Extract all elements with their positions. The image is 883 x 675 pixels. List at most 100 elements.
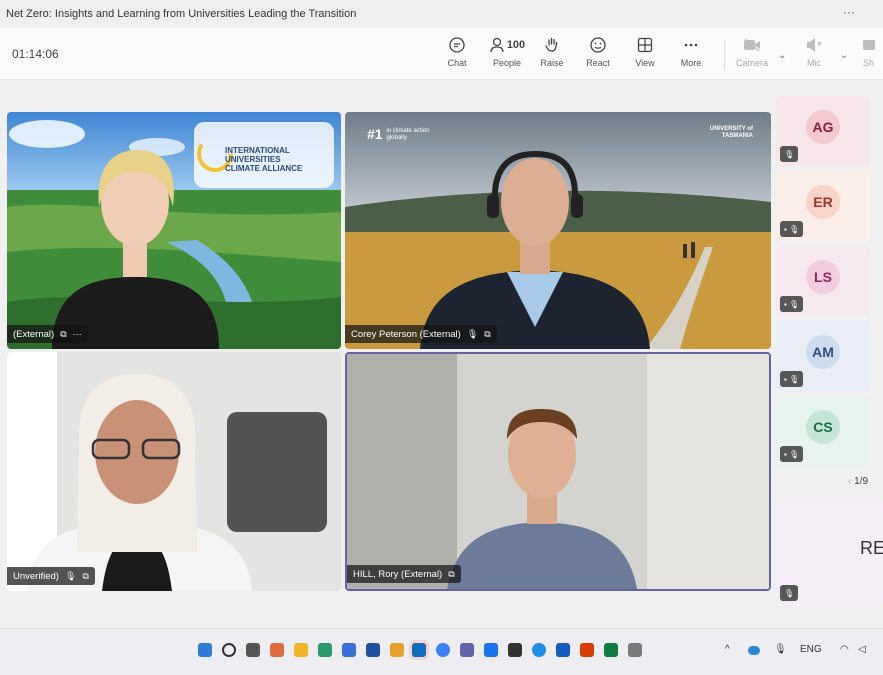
avatar: CS [806,410,840,444]
sidebar-pager[interactable]: ‹ 1/9 [848,476,868,487]
mic-muted-icon: 🎙︎ [64,570,77,581]
participant-tile-4[interactable]: HILL, Rory (External) ⧉ [345,352,771,591]
edge-icon[interactable] [318,643,332,657]
meeting-timer: 01:14:06 [12,47,59,61]
app-icon[interactable] [628,643,642,657]
widgets-icon[interactable] [270,643,284,657]
outlook-icon[interactable] [412,643,426,657]
camera-mic-off-icons: ▪ 🎙︎ [780,446,804,462]
share-button[interactable]: Sh [854,34,883,74]
mic-tray-icon[interactable]: 🎙︎ [774,644,787,655]
app-icon[interactable] [436,643,450,657]
people-count: 100 [506,39,526,51]
hand-icon [544,34,560,56]
university-logo: UNIVERSITY of TASMANIA [709,126,753,139]
video-feed-2 [345,112,771,349]
more-button[interactable]: More [669,34,713,74]
volume-icon[interactable]: ◁ [858,644,866,655]
smiley-icon [589,34,607,56]
excel-icon[interactable] [604,643,618,657]
avatar: LS [806,260,840,294]
sidebar-participant-large[interactable]: RE 🎙︎ [776,500,883,605]
task-view-icon[interactable] [246,643,260,657]
window-title: Net Zero: Insights and Learning from Uni… [6,8,357,20]
camera-mic-off-icons: ▪ 🎙︎ [780,371,804,387]
meeting-window: Net Zero: Insights and Learning from Uni… [0,0,883,675]
avatar: AM [806,335,840,369]
pager-text: 1/9 [854,476,869,487]
app-icon[interactable] [366,643,380,657]
mic-muted-icon: 🎙︎ [780,585,799,601]
title-bar: Net Zero: Insights and Learning from Uni… [0,0,883,28]
sidebar-participant-er[interactable]: ER ▪ 🎙︎ [776,171,870,241]
raise-hand-button[interactable]: Raise [530,34,574,74]
camera-mic-off-icons: ▪ 🎙︎ [780,221,804,237]
search-icon[interactable] [222,643,236,657]
camera-mic-off-icons: ▪ 🎙︎ [780,296,804,312]
language-indicator[interactable]: ENG [800,644,822,655]
logo-line-3: CLIMATE ALLIANCE [225,164,303,173]
sidebar-participant-ls[interactable]: LS ▪ 🎙︎ [776,246,870,316]
logo-text: INTERNATIONAL UNIVERSITIES CLIMATE ALLIA… [225,146,302,173]
brand-rank-number: #1 [367,126,383,142]
wifi-icon[interactable]: ◠ [840,644,849,655]
more-icon [683,34,699,56]
react-label: React [586,58,610,68]
word-icon[interactable] [556,643,570,657]
chat-icon [448,34,466,56]
pager-prev-icon[interactable]: ‹ [848,476,851,487]
start-icon[interactable] [198,643,212,657]
meeting-toolbar: 01:14:06 Chat 100 People Raise React Vie… [0,28,883,80]
file-explorer-icon[interactable] [294,643,308,657]
participant-tile-2[interactable]: #1 in climate action globally UNIVERSITY… [345,112,771,349]
teams-icon[interactable] [460,643,474,657]
react-button[interactable]: React [576,34,620,74]
sidebar-participant-am[interactable]: AM ▪ 🎙︎ [776,321,870,391]
avatar: RE [860,538,883,558]
chat-label: Chat [447,58,467,68]
app-icon[interactable] [508,643,522,657]
logo-line-2: UNIVERSITIES [225,155,281,164]
mic-options-chevron-icon[interactable]: ⌄ [840,50,848,61]
participant-name: Corey Peterson (External) [351,328,461,340]
mic-button[interactable]: Mic [792,34,836,74]
screen-share-icon: ⧉ [60,328,67,339]
video-feed-4 [347,354,769,589]
people-button[interactable]: 100 People [483,34,531,74]
avatar: AG [806,110,840,144]
sidebar-participant-cs[interactable]: CS ▪ 🎙︎ [776,396,870,466]
share-label: Sh [862,58,874,68]
participant-name: HILL, Rory (External) [353,568,443,580]
mic-label: Mic [807,58,821,68]
view-label: View [635,58,655,68]
app-icon[interactable] [342,643,356,657]
name-label: (External) ⧉ ··· [7,325,88,343]
chrome-icon[interactable] [390,643,404,657]
powerpoint-icon[interactable] [580,643,594,657]
camera-options-chevron-icon[interactable]: ⌄ [778,50,786,61]
name-label: Unverified) 🎙︎ ⧉ [7,567,95,585]
participant-name: Unverified) [13,570,59,582]
people-label: People [492,58,522,68]
raise-label: Raise [540,58,564,68]
participant-tile-1[interactable]: INTERNATIONAL UNIVERSITIES CLIMATE ALLIA… [7,112,341,349]
name-label: Corey Peterson (External) 🎙︎ ⧉ [345,325,497,343]
brand-rank: #1 in climate action globally [367,126,446,142]
app-icon[interactable] [484,643,498,657]
app-icon[interactable] [532,643,546,657]
grid-icon [637,34,653,56]
onedrive-icon[interactable] [748,646,760,655]
more-options-icon[interactable]: ··· [73,329,82,339]
participant-tile-3[interactable]: Unverified) 🎙︎ ⧉ [7,352,341,591]
video-stage: INTERNATIONAL UNIVERSITIES CLIMATE ALLIA… [0,80,883,628]
camera-button[interactable]: Camera [730,34,774,74]
window-menu-button[interactable]: ··· [843,5,855,19]
chat-button[interactable]: Chat [435,34,479,74]
view-button[interactable]: View [623,34,667,74]
show-hidden-icons-chevron-icon[interactable]: ^ [725,644,730,655]
more-label: More [680,58,702,68]
camera-label: Camera [735,58,768,68]
logo-line-1: INTERNATIONAL [225,146,290,155]
sidebar-participant-ag[interactable]: AG 🎙︎ [776,96,870,166]
avatar: ER [806,185,840,219]
